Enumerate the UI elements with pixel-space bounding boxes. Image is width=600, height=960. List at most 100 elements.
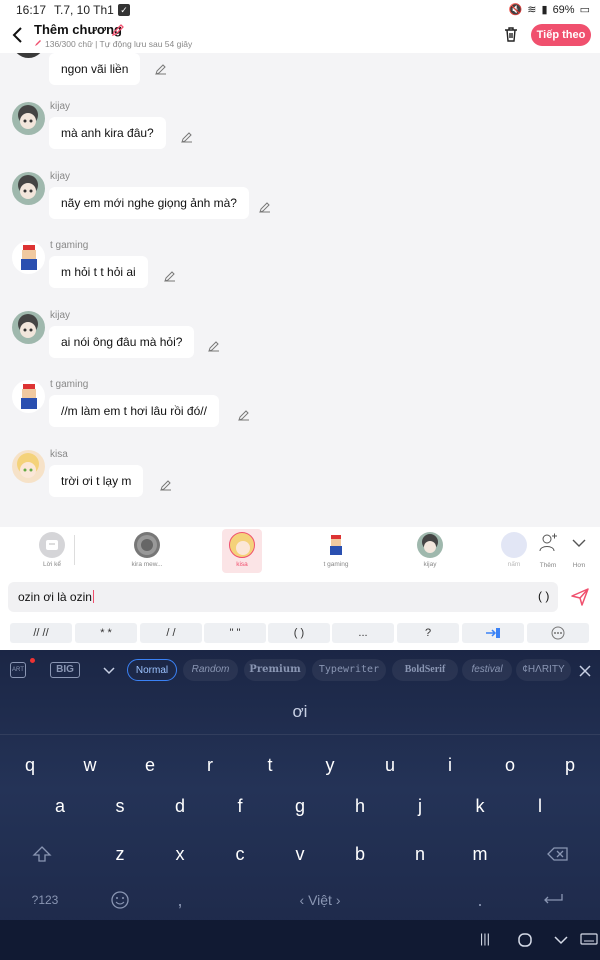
chip-question[interactable]: ? [397,623,459,643]
character-selector: Lời kể kira mew... kisa t gaming kijay n… [0,527,600,575]
chip-paren[interactable]: ( ) [268,623,330,643]
enter-key[interactable] [534,882,574,918]
style-normal[interactable]: Normal [127,659,177,681]
key-r[interactable]: r [190,747,230,783]
edit-message-icon[interactable] [164,270,176,282]
key-e[interactable]: e [130,747,170,783]
key-k[interactable]: k [460,788,500,824]
key-h[interactable]: h [340,788,380,824]
key-c[interactable]: c [220,836,260,872]
key-z[interactable]: z [100,836,140,872]
chip-insert[interactable] [462,623,524,643]
avatar [12,102,45,135]
chat-message: kijay mà anh kira đâu? [0,101,600,167]
mute-icon: 🔇 [508,4,523,16]
battery-percent: 69% [552,3,575,16]
key-j[interactable]: j [400,788,440,824]
comma-key[interactable]: , [160,882,200,918]
key-q[interactable]: q [10,747,50,783]
trash-icon[interactable] [502,25,520,43]
more-characters-button[interactable]: Hơn [560,529,598,573]
edit-message-icon[interactable] [208,340,220,352]
edit-message-icon[interactable] [238,409,250,421]
key-l[interactable]: l [520,788,560,824]
hide-keyboard-icon[interactable] [550,931,572,949]
key-x[interactable]: x [160,836,200,872]
avatar [134,532,160,558]
space-key[interactable]: ‹ Việt › [220,882,420,918]
key-b[interactable]: b [340,836,380,872]
send-icon[interactable] [570,587,590,607]
input-value: ozin ơi là ozin [18,590,92,604]
key-w[interactable]: w [70,747,110,783]
edit-message-icon[interactable] [181,131,193,143]
art-button[interactable]: ART [10,662,26,678]
key-u[interactable]: u [370,747,410,783]
chip-double-slash[interactable]: // // [10,623,72,643]
backspace-key[interactable] [538,836,578,872]
edit-message-icon[interactable] [155,63,167,75]
chip-quote[interactable]: " " [204,623,266,643]
edit-message-icon[interactable] [259,201,271,213]
style-random[interactable]: Random [183,659,238,681]
key-f[interactable]: f [220,788,260,824]
style-festival[interactable]: festival [462,659,512,681]
style-boldserif[interactable]: BoldSerif [392,659,458,681]
chip-ellipsis[interactable]: ... [332,623,394,643]
style-charity[interactable]: ¢HΛRITY [516,659,571,681]
edit-message-icon[interactable] [160,479,172,491]
close-icon[interactable] [578,664,592,678]
style-premium[interactable]: Premium [244,659,306,681]
avatar [12,241,45,274]
key-s[interactable]: s [100,788,140,824]
style-typewriter[interactable]: Typewriter [312,659,386,681]
numbers-key[interactable]: ?123 [20,882,70,918]
message-bubble[interactable]: ai nói ông đâu mà hỏi? [49,326,195,358]
message-input[interactable]: ozin ơi là ozin ( ) [8,582,558,612]
key-y[interactable]: y [310,747,350,783]
character-kira[interactable]: kira mew... [126,529,168,573]
chat-message: ngon vãi liền [0,53,600,103]
message-bubble[interactable]: ngon vãi liền [49,53,141,85]
message-bubble[interactable]: mà anh kira đâu? [49,117,166,149]
word-suggestion[interactable]: ơi [0,702,600,722]
key-o[interactable]: o [490,747,530,783]
key-i[interactable]: i [430,747,470,783]
key-g[interactable]: g [280,788,320,824]
character-narrator[interactable]: Lời kể [32,529,72,573]
chip-more[interactable] [527,623,589,643]
chevron-down-icon[interactable] [101,662,117,678]
key-d[interactable]: d [160,788,200,824]
character-tgaming[interactable]: t gaming [316,529,356,573]
key-v[interactable]: v [280,836,320,872]
key-n[interactable]: n [400,836,440,872]
back-arrow-icon[interactable] [8,24,28,46]
message-bubble[interactable]: //m làm em t hơi lâu rồi đó// [49,395,219,427]
period-key[interactable]: . [460,882,500,918]
key-t[interactable]: t [250,747,290,783]
message-author: t gaming [50,379,89,390]
shift-key[interactable] [22,836,62,872]
key-a[interactable]: a [40,788,80,824]
chip-slash[interactable]: / / [140,623,202,643]
chip-asterisk[interactable]: * * [75,623,137,643]
edit-title-icon[interactable] [111,23,125,37]
enter-icon [544,894,563,904]
avatar [12,450,45,483]
message-bubble[interactable]: m hỏi t t hỏi ai [49,256,148,288]
character-kijay[interactable]: kijay [410,529,450,573]
recent-apps-icon[interactable]: ||| [474,931,496,949]
paren-button[interactable]: ( ) [538,589,549,603]
emoji-key[interactable] [100,882,140,918]
key-m[interactable]: m [460,836,500,872]
character-nam[interactable]: nấm [500,529,528,573]
keyboard-switch-icon[interactable] [578,931,600,949]
status-bar: 16:17 T.7, 10 Th1 ✓ 🔇 ≋ ▮ 69% ▭ [0,0,600,20]
message-bubble[interactable]: trời ơi t lạy m [49,465,144,497]
home-icon[interactable] [514,931,536,949]
big-button[interactable]: BIG [50,662,80,678]
next-button[interactable]: Tiếp theo [531,24,591,46]
message-bubble[interactable]: nãy em mới nghe giọng ảnh mà? [49,187,249,219]
character-kisa[interactable]: kisa [222,529,262,573]
key-p[interactable]: p [550,747,590,783]
